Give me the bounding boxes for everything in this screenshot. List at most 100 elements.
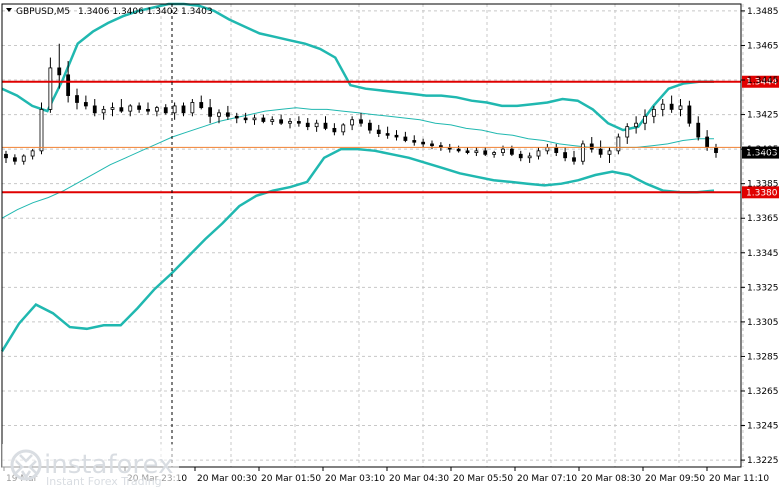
candle-body [75, 95, 79, 103]
candle-body [394, 134, 399, 138]
y-tick-label: 1.3325 [747, 283, 779, 293]
chart-header: GBPUSD,M5 1.3406 1.3406 1.3402 1.3403 [6, 7, 213, 17]
candle-body [154, 107, 159, 112]
candle-body [137, 105, 142, 110]
candle-body [288, 121, 292, 124]
candle-body [110, 107, 115, 110]
candle-body [456, 148, 461, 152]
price-chart[interactable]: 1.34441.33801.3403 1.34851.34651.34451.3… [0, 0, 781, 489]
candle-body [465, 150, 470, 153]
candle-body [563, 152, 568, 159]
candle-body [687, 105, 692, 124]
y-tick-label: 1.3365 [747, 214, 779, 224]
candle-body [119, 107, 124, 112]
candle-body [367, 122, 372, 131]
candle-body [199, 102, 204, 109]
candle-body [208, 107, 213, 117]
watermark-tagline: Instant Forex Trading [46, 475, 162, 488]
candle-body [589, 143, 594, 150]
candle-body [359, 119, 363, 124]
candle-body [101, 108, 106, 114]
candle-body [492, 152, 497, 155]
x-tick-label: 20 Mar 03:10 [325, 474, 385, 484]
candle-body [30, 150, 35, 157]
candle-body [252, 117, 257, 121]
x-tick-label: 20 Mar 08:30 [581, 474, 641, 484]
candle-body [341, 124, 346, 133]
y-tick-label: 1.3385 [747, 180, 779, 190]
candle-body [421, 141, 426, 145]
candle-body [714, 146, 718, 153]
candle-body [669, 103, 674, 110]
candle-body [163, 107, 168, 114]
candle-body [545, 146, 550, 152]
candle-body [83, 102, 88, 107]
candle-body [12, 157, 17, 162]
x-tick-label: 20 Mar 07:10 [517, 474, 577, 484]
candle-body [261, 117, 266, 122]
candle-body [21, 155, 26, 162]
candle-body [660, 103, 665, 110]
candle-body [234, 115, 239, 119]
candle-body [181, 105, 186, 114]
candle-body [625, 126, 630, 138]
candle-body [483, 150, 488, 155]
x-tick-label: 20 Mar 11:10 [709, 474, 769, 484]
candle-body [634, 122, 639, 128]
candle-body [580, 143, 585, 162]
candle-body [305, 122, 310, 128]
y-tick-label: 1.3445 [747, 76, 779, 86]
candle-body [270, 119, 275, 122]
candle-body [403, 136, 408, 141]
candle-body [412, 140, 417, 143]
candle-body [643, 115, 647, 124]
candle-body [225, 112, 230, 117]
y-tick-label: 1.3225 [747, 456, 779, 466]
x-tick-label: 20 Mar 09:50 [645, 474, 705, 484]
y-tick-label: 1.3285 [747, 352, 779, 362]
candle-body [554, 146, 559, 153]
chart-background [0, 0, 781, 489]
candle-body [57, 67, 62, 76]
candle-body [616, 136, 621, 152]
candle-body [66, 74, 71, 96]
candle-body [474, 150, 479, 153]
candle [616, 133, 621, 155]
candle-body [376, 129, 381, 134]
x-tick-label: 20 Mar 01:50 [261, 474, 321, 484]
y-tick-label: 1.3425 [747, 111, 779, 121]
candle-body [527, 155, 532, 159]
candle-body [572, 157, 576, 162]
y-tick-label: 1.3485 [747, 7, 779, 17]
candle-body [501, 148, 505, 153]
ohlc-readout: 1.3406 1.3406 1.3402 1.3403 [78, 7, 213, 17]
candle-body [296, 121, 301, 124]
level-tag-label: 1.3380 [746, 188, 778, 198]
y-tick-label: 1.3405 [747, 145, 779, 155]
candle-body [279, 119, 284, 124]
candle-body [350, 119, 355, 126]
candle-body [128, 105, 133, 112]
candle-body [92, 105, 97, 114]
candle-body [678, 105, 683, 110]
y-tick-label: 1.3465 [747, 41, 779, 51]
candle-body [696, 122, 701, 138]
y-tick-label: 1.3345 [747, 249, 779, 259]
candle-body [607, 150, 612, 155]
candle-body [509, 148, 514, 155]
candle [39, 102, 44, 155]
candle [580, 140, 585, 165]
candle-body [190, 102, 195, 114]
y-tick-label: 1.3265 [747, 387, 779, 397]
candle-body [146, 108, 150, 112]
candle-body [705, 136, 710, 148]
candle-body [651, 108, 656, 117]
candle-body [48, 67, 53, 110]
instaforex-watermark: instaforex Instant Forex Trading [2, 444, 179, 488]
candle-body [314, 122, 319, 128]
symbol-label: GBPUSD,M5 [16, 7, 70, 17]
candle-body [243, 117, 248, 121]
y-tick-label: 1.3245 [747, 422, 779, 432]
candle-body [430, 143, 434, 147]
candle-body [518, 153, 523, 159]
